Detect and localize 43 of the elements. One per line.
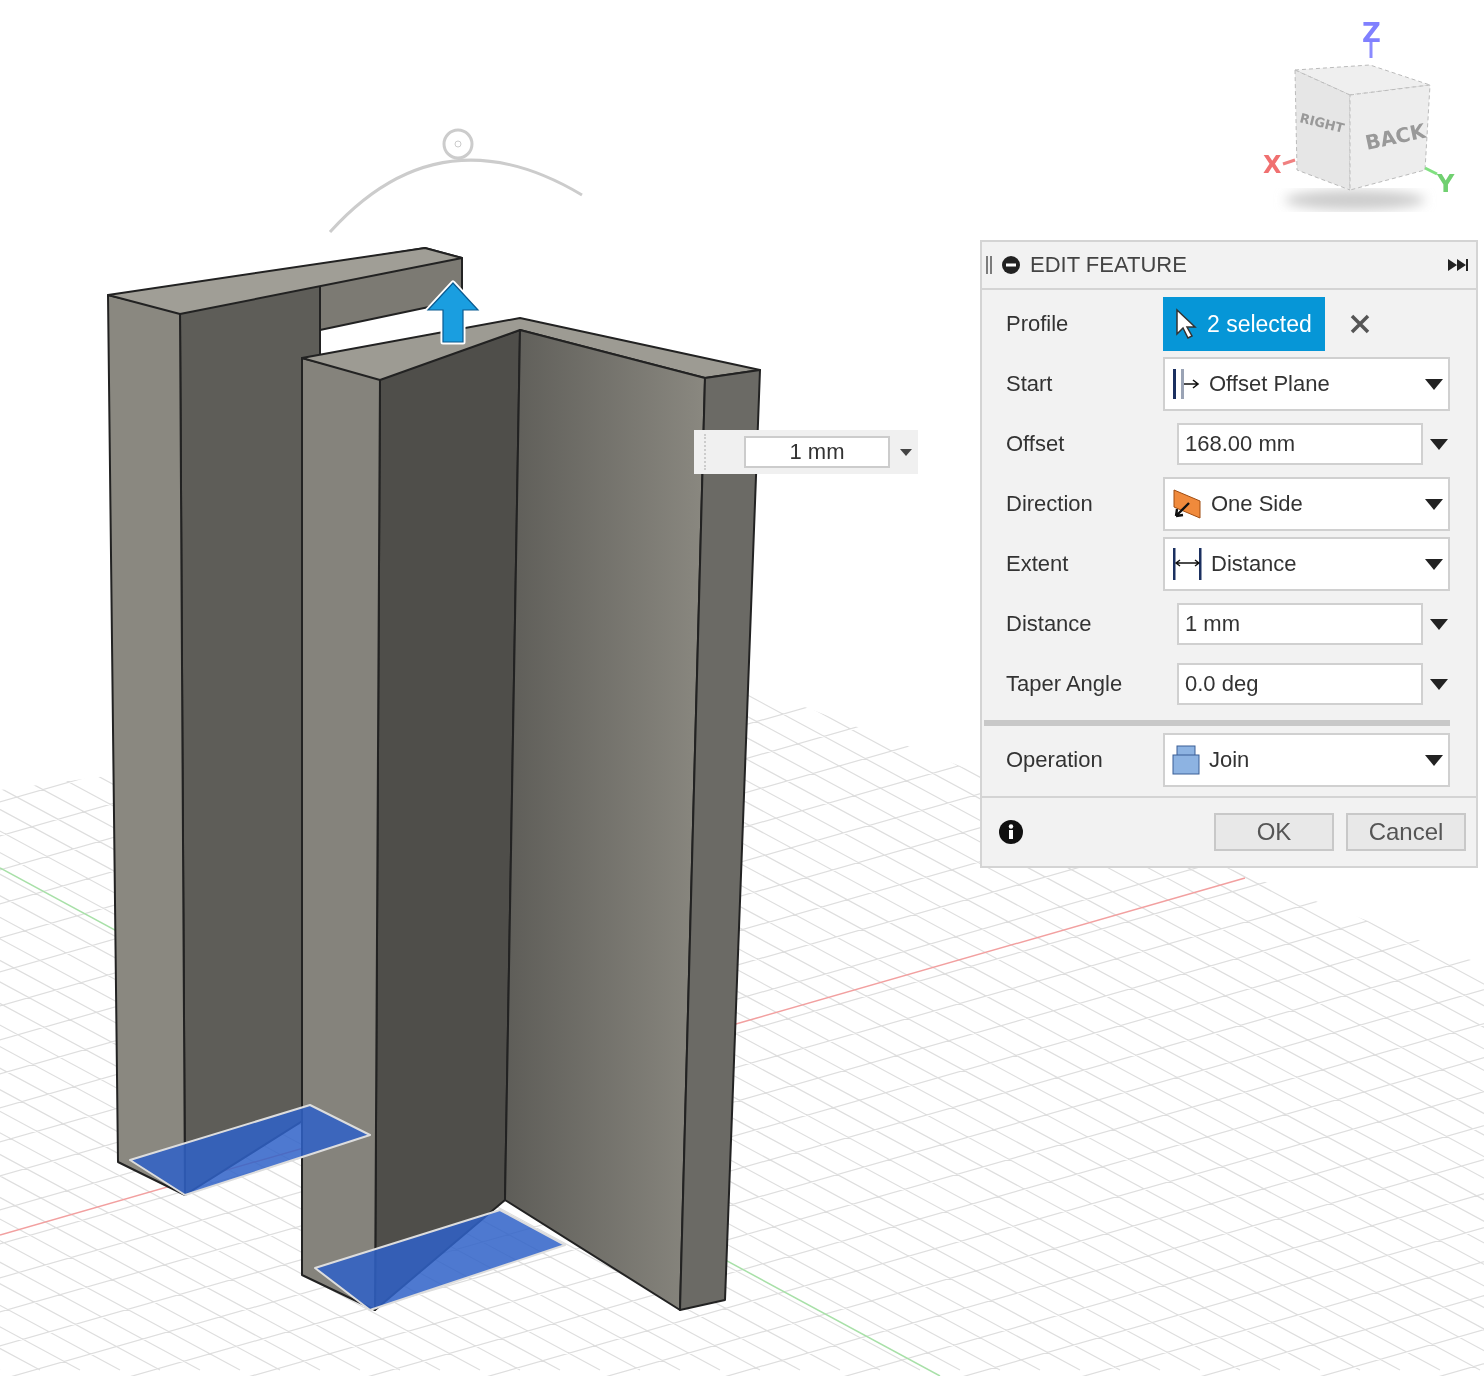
offset-plane-icon <box>1171 367 1201 401</box>
close-icon[interactable] <box>1349 313 1371 335</box>
field-label: Taper Angle <box>1005 671 1124 697</box>
dropdown[interactable]: Join <box>1163 733 1450 787</box>
model-drawing[interactable] <box>107 247 761 1311</box>
input-field[interactable]: 0.0 deg <box>1177 663 1423 705</box>
info-icon[interactable] <box>998 819 1024 845</box>
dropdown-caret-icon[interactable] <box>1429 677 1449 691</box>
join-icon <box>1171 744 1201 776</box>
panel-title: EDIT FEATURE <box>1030 252 1188 278</box>
axis-label: Y <box>1437 170 1455 198</box>
dropdown[interactable]: Offset Plane <box>1163 357 1450 411</box>
ok-button[interactable]: OK <box>1214 813 1334 851</box>
rotation-handle[interactable] <box>328 128 583 234</box>
dropdown-caret-icon[interactable] <box>1429 437 1449 451</box>
collapse-icon[interactable] <box>1002 256 1020 274</box>
axis-label: X <box>1263 151 1282 179</box>
dropdown[interactable]: Distance <box>1163 537 1450 591</box>
one-side-icon <box>1171 487 1203 521</box>
field-label: Operation <box>1005 747 1104 773</box>
input-field[interactable]: 1 mm <box>1177 603 1423 645</box>
distance-icon <box>1171 547 1203 581</box>
dropdown-caret-icon <box>1424 557 1444 571</box>
field-label: Offset <box>1005 431 1066 457</box>
panel-grip-icon[interactable] <box>986 254 992 276</box>
dropdown-caret-icon <box>1424 497 1444 511</box>
dropdown[interactable]: One Side <box>1163 477 1450 531</box>
pointer-icon <box>1175 308 1197 340</box>
dropdown-caret-icon[interactable] <box>900 448 912 456</box>
field-label: Distance <box>1005 611 1093 637</box>
dropdown-caret-icon <box>1424 753 1444 767</box>
distance-input-field[interactable]: 1 mm <box>744 436 890 468</box>
field-label: Direction <box>1005 491 1094 517</box>
field-label: Start <box>1005 371 1054 397</box>
dropdown-caret-icon[interactable] <box>1429 617 1449 631</box>
input-field[interactable]: 168.00 mm <box>1177 423 1423 465</box>
axis-label: Z <box>1362 18 1381 48</box>
dropdown-caret-icon <box>1424 377 1444 391</box>
field-label: Extent <box>1005 551 1070 577</box>
field-label: Profile <box>1005 311 1070 337</box>
extrude-arrow-handle[interactable] <box>425 280 481 345</box>
cancel-button[interactable]: Cancel <box>1346 813 1466 851</box>
expand-icon[interactable] <box>1448 258 1468 272</box>
